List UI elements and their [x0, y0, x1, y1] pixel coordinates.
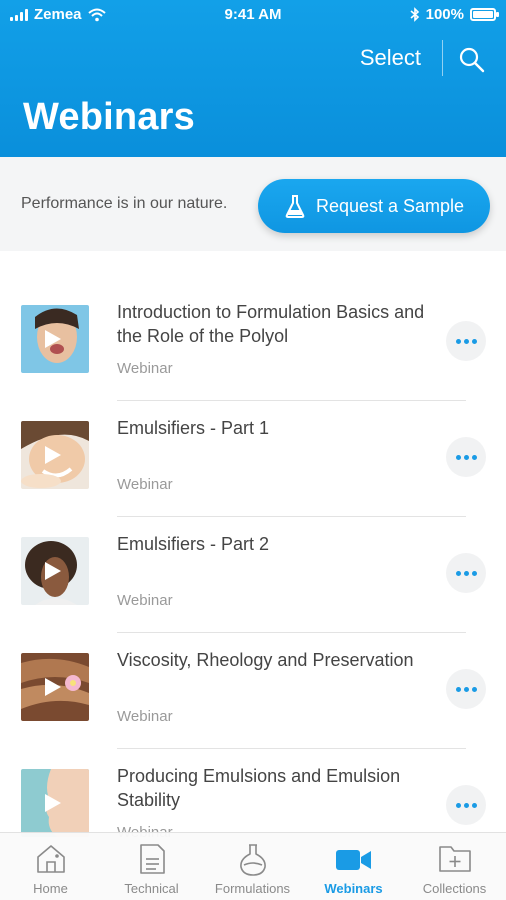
webinar-title: Introduction to Formulation Basics and t… [117, 302, 425, 346]
search-icon[interactable] [458, 46, 486, 74]
more-options-button[interactable] [446, 553, 486, 593]
tab-home[interactable]: Home [0, 833, 101, 900]
bottom-tab-bar: Home Technical Formulations Webinars Col… [0, 832, 506, 900]
bluetooth-icon [410, 7, 419, 22]
more-options-button[interactable] [446, 785, 486, 825]
flask-icon [239, 844, 266, 876]
webinar-thumbnail [21, 769, 89, 837]
more-options-button[interactable] [446, 437, 486, 477]
webinar-title: Producing Emulsions and Emulsion Stabili… [117, 766, 401, 810]
more-options-button[interactable] [446, 669, 486, 709]
tab-label: Home [33, 881, 68, 896]
webinar-item[interactable]: Introduction to Formulation Basics and t… [0, 285, 506, 401]
status-bar: Zemea 9:41 AM 100% [0, 0, 506, 30]
folder-add-icon [438, 846, 471, 872]
flask-icon [285, 195, 305, 218]
tab-webinars[interactable]: Webinars [303, 833, 404, 900]
tab-label: Webinars [324, 881, 383, 896]
webinar-title: Emulsifiers - Part 1 [117, 418, 270, 438]
home-icon [36, 845, 65, 873]
request-sample-button[interactable]: Request a Sample [258, 179, 490, 233]
tab-label: Technical [124, 881, 179, 896]
webinar-title: Viscosity, Rheology and Preservation [117, 650, 414, 670]
select-button[interactable]: Select [360, 45, 421, 71]
webinar-type: Webinar [117, 360, 173, 377]
webinar-item[interactable]: Viscosity, Rheology and Preservation Web… [0, 633, 506, 749]
header-divider [442, 40, 443, 76]
webinar-item[interactable]: Emulsifiers - Part 1 Webinar [0, 401, 506, 517]
battery-level [473, 11, 493, 18]
more-options-button[interactable] [446, 321, 486, 361]
webinar-thumbnail [21, 305, 89, 373]
webinar-thumbnail [21, 537, 89, 605]
battery-icon [470, 8, 499, 21]
webinar-thumbnail [21, 653, 89, 721]
document-icon [139, 844, 165, 874]
battery-percent: 100% [425, 6, 464, 23]
video-icon [335, 850, 371, 870]
webinar-type: Webinar [117, 708, 173, 725]
tab-label: Collections [422, 881, 487, 896]
webinar-thumbnail [21, 421, 89, 489]
tab-formulations[interactable]: Formulations [202, 833, 303, 900]
tab-collections[interactable]: Collections [404, 833, 505, 900]
tab-label: Formulations [214, 881, 291, 896]
webinar-item[interactable]: Emulsifiers - Part 2 Webinar [0, 517, 506, 633]
page-title: Webinars [23, 96, 195, 138]
app-header: Zemea 9:41 AM 100% Select Webinars [0, 0, 506, 157]
webinar-title: Emulsifiers - Part 2 [117, 534, 270, 554]
tab-technical[interactable]: Technical [101, 833, 202, 900]
request-sample-label: Request a Sample [315, 195, 465, 216]
webinar-type: Webinar [117, 592, 173, 609]
status-right: 100% [410, 6, 499, 23]
promo-tagline: Performance is in our nature. [21, 195, 228, 212]
webinar-type: Webinar [117, 476, 173, 493]
